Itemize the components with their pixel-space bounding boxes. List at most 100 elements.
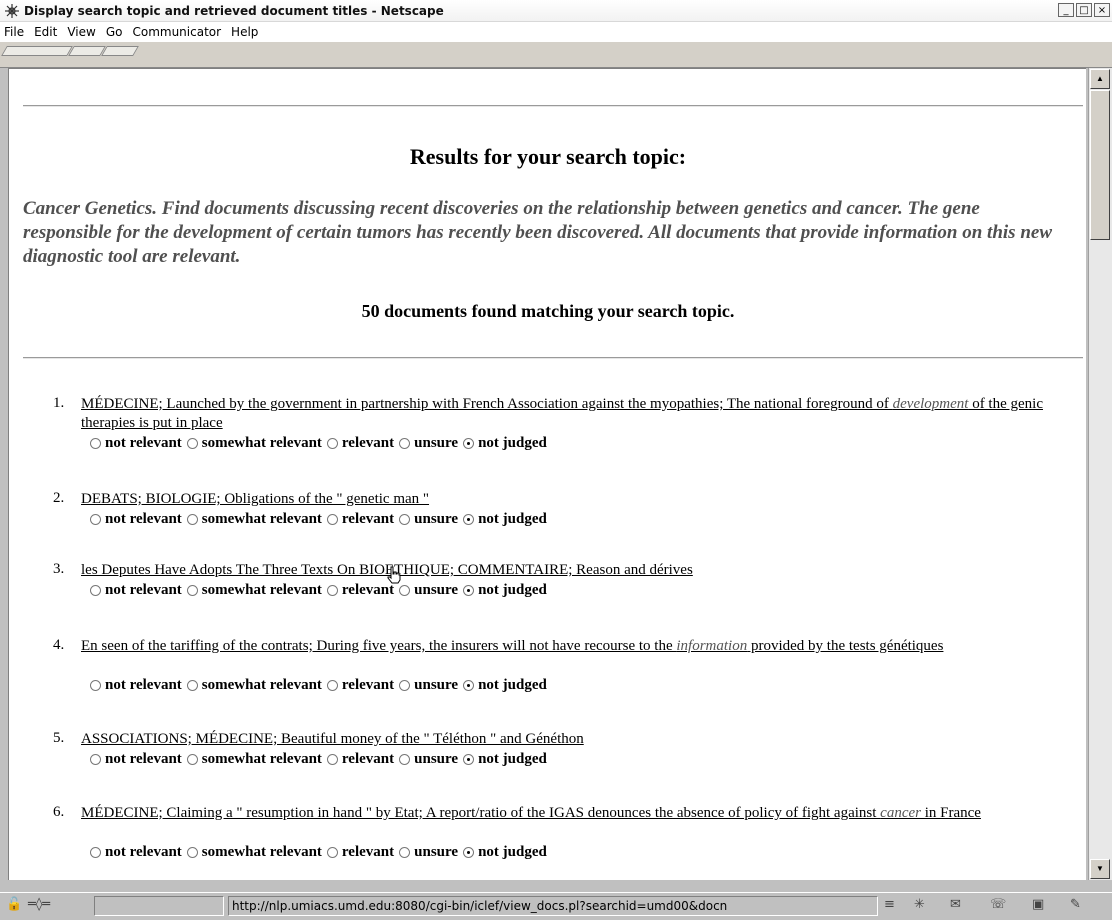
relevance-radio-unsure[interactable] bbox=[399, 585, 411, 596]
menu-edit[interactable]: Edit bbox=[34, 25, 63, 39]
highlighted-term: cancer bbox=[880, 805, 921, 821]
relevance-radio-group: not relevant somewhat relevant relevant uns… bbox=[87, 677, 549, 694]
relevance-radio-not-judged[interactable] bbox=[463, 514, 475, 525]
hand-cursor-icon bbox=[387, 566, 401, 584]
relevance-option-label: unsure bbox=[414, 582, 459, 598]
relevance-radio-relevant[interactable] bbox=[326, 680, 338, 691]
toolbar-grip[interactable] bbox=[1, 46, 73, 56]
relevance-radio-group: not relevant somewhat relevant relevant uns… bbox=[87, 844, 549, 861]
relevance-option-label: not judged bbox=[478, 677, 547, 693]
relevance-radio-not-judged[interactable] bbox=[463, 585, 475, 596]
result-title-link[interactable]: MÉDECINE; Claiming a " resumption in han… bbox=[81, 804, 1081, 823]
newsgroup-icon[interactable]: ☏ bbox=[990, 897, 1006, 913]
status-url: http://nlp.umiacs.umd.edu:8080/cgi-bin/i… bbox=[228, 896, 878, 916]
relevance-radio-somewhat-relevant[interactable] bbox=[186, 438, 198, 449]
security-lock-icon[interactable]: 🔓 bbox=[6, 897, 22, 913]
search-topic-text: Cancer Genetics. Find documents discussi… bbox=[23, 198, 1052, 267]
relevance-option-label: relevant bbox=[341, 582, 395, 598]
scroll-down-button[interactable]: ▼ bbox=[1090, 859, 1110, 879]
relevance-option-label: relevant bbox=[341, 435, 395, 451]
relevance-radio-not-judged[interactable] bbox=[463, 680, 475, 691]
title-segment: ASSOCIATIONS; MÉDECINE; Beautiful money … bbox=[81, 731, 584, 747]
relevance-option-label: not judged bbox=[478, 435, 547, 451]
result-title-link[interactable]: MÉDECINE; Launched by the government in … bbox=[81, 395, 1081, 433]
window-title: Display search topic and retrieved docum… bbox=[24, 3, 444, 18]
relevance-radio-not-relevant[interactable] bbox=[90, 680, 101, 691]
relevance-radio-relevant[interactable] bbox=[326, 514, 338, 525]
address-book-icon[interactable]: ▣ bbox=[1032, 897, 1044, 913]
menu-communicator[interactable]: Communicator bbox=[132, 25, 227, 39]
result-number: 2. bbox=[53, 490, 65, 506]
relevance-radio-not-relevant[interactable] bbox=[90, 585, 101, 596]
title-segment: MÉDECINE; Claiming a " resumption in han… bbox=[81, 805, 881, 821]
title-segment: in France bbox=[920, 805, 981, 821]
minimize-button[interactable]: _ bbox=[1058, 3, 1074, 17]
highlighted-term: information bbox=[676, 638, 748, 654]
relevance-radio-unsure[interactable] bbox=[399, 847, 411, 858]
relevance-radio-group: not relevant somewhat relevant relevant uns… bbox=[87, 435, 549, 452]
divider bbox=[23, 105, 1083, 107]
toolbar-grip[interactable] bbox=[101, 46, 139, 56]
page-content: Results for your search topic: Cancer Ge… bbox=[8, 68, 1086, 880]
toolbar-grip[interactable] bbox=[68, 46, 106, 56]
result-number: 5. bbox=[53, 730, 65, 746]
relevance-radio-not-judged[interactable] bbox=[463, 754, 475, 765]
relevance-radio-unsure[interactable] bbox=[399, 438, 411, 449]
maximize-button[interactable]: □ bbox=[1076, 3, 1092, 17]
vertical-scrollbar[interactable]: ▲ ▼ bbox=[1088, 68, 1112, 880]
relevance-option-label: unsure bbox=[414, 677, 459, 693]
relevance-radio-not-relevant[interactable] bbox=[90, 754, 101, 765]
menu-go[interactable]: Go bbox=[106, 25, 129, 39]
relevance-option-label: relevant bbox=[341, 677, 395, 693]
relevance-radio-somewhat-relevant[interactable] bbox=[186, 847, 198, 858]
page-heading: Results for your search topic: bbox=[409, 144, 687, 169]
result-title-link[interactable]: ASSOCIATIONS; MÉDECINE; Beautiful money … bbox=[81, 730, 1081, 749]
menu-view[interactable]: View bbox=[67, 25, 101, 39]
relevance-radio-not-relevant[interactable] bbox=[90, 438, 101, 449]
composer-icon[interactable]: ✎ bbox=[1070, 897, 1081, 913]
result-number: 1. bbox=[53, 395, 65, 411]
relevance-option-label: relevant bbox=[341, 751, 395, 767]
title-bar: Display search topic and retrieved docum… bbox=[0, 0, 1112, 22]
relevance-radio-relevant[interactable] bbox=[326, 585, 338, 596]
relevance-radio-somewhat-relevant[interactable] bbox=[186, 585, 198, 596]
relevance-radio-group: not relevant somewhat relevant relevant uns… bbox=[87, 751, 549, 768]
result-number: 3. bbox=[53, 561, 65, 577]
result-title-link[interactable]: les Deputes Have Adopts The Three Texts … bbox=[81, 561, 1081, 580]
relevance-radio-relevant[interactable] bbox=[326, 847, 338, 858]
relevance-option-label: relevant bbox=[341, 844, 395, 860]
relevance-radio-unsure[interactable] bbox=[399, 680, 411, 691]
relevance-radio-not-judged[interactable] bbox=[463, 438, 475, 449]
relevance-radio-not-relevant[interactable] bbox=[90, 847, 101, 858]
relevance-option-label: somewhat relevant bbox=[201, 751, 322, 767]
relevance-option-label: unsure bbox=[414, 435, 459, 451]
result-title-link[interactable]: DEBATS; BIOLOGIE; Obligations of the " g… bbox=[81, 490, 1081, 509]
scroll-thumb[interactable] bbox=[1090, 90, 1110, 240]
relevance-radio-group: not relevant somewhat relevant relevant uns… bbox=[87, 582, 549, 599]
mail-icon[interactable]: ✉ bbox=[950, 897, 961, 913]
relevance-option-label: not relevant bbox=[105, 582, 182, 598]
relevance-radio-not-judged[interactable] bbox=[463, 847, 475, 858]
title-segment: En seen of the tariffing of the contrats… bbox=[81, 638, 677, 654]
relevance-radio-somewhat-relevant[interactable] bbox=[186, 680, 198, 691]
relevance-option-label: unsure bbox=[414, 511, 459, 527]
result-number: 6. bbox=[53, 804, 65, 820]
menu-file[interactable]: File bbox=[4, 25, 30, 39]
relevance-radio-relevant[interactable] bbox=[326, 754, 338, 765]
result-title-link[interactable]: En seen of the tariffing of the contrats… bbox=[81, 637, 1081, 656]
relevance-radio-somewhat-relevant[interactable] bbox=[186, 514, 198, 525]
close-button[interactable]: × bbox=[1094, 3, 1110, 17]
relevance-radio-somewhat-relevant[interactable] bbox=[186, 754, 198, 765]
scroll-up-button[interactable]: ▲ bbox=[1090, 69, 1110, 89]
relevance-radio-unsure[interactable] bbox=[399, 754, 411, 765]
navigator-icon[interactable]: ✳ bbox=[914, 897, 925, 913]
status-bar: 🔓 ═◊═ http://nlp.umiacs.umd.edu:8080/cgi… bbox=[0, 892, 1112, 920]
relevance-option-label: somewhat relevant bbox=[201, 844, 322, 860]
relevance-radio-relevant[interactable] bbox=[326, 438, 338, 449]
divider bbox=[23, 357, 1083, 359]
relevance-radio-not-relevant[interactable] bbox=[90, 514, 101, 525]
highlighted-term: development bbox=[892, 396, 969, 412]
relevance-radio-unsure[interactable] bbox=[399, 514, 411, 525]
relevance-option-label: unsure bbox=[414, 751, 459, 767]
menu-help[interactable]: Help bbox=[231, 25, 264, 39]
